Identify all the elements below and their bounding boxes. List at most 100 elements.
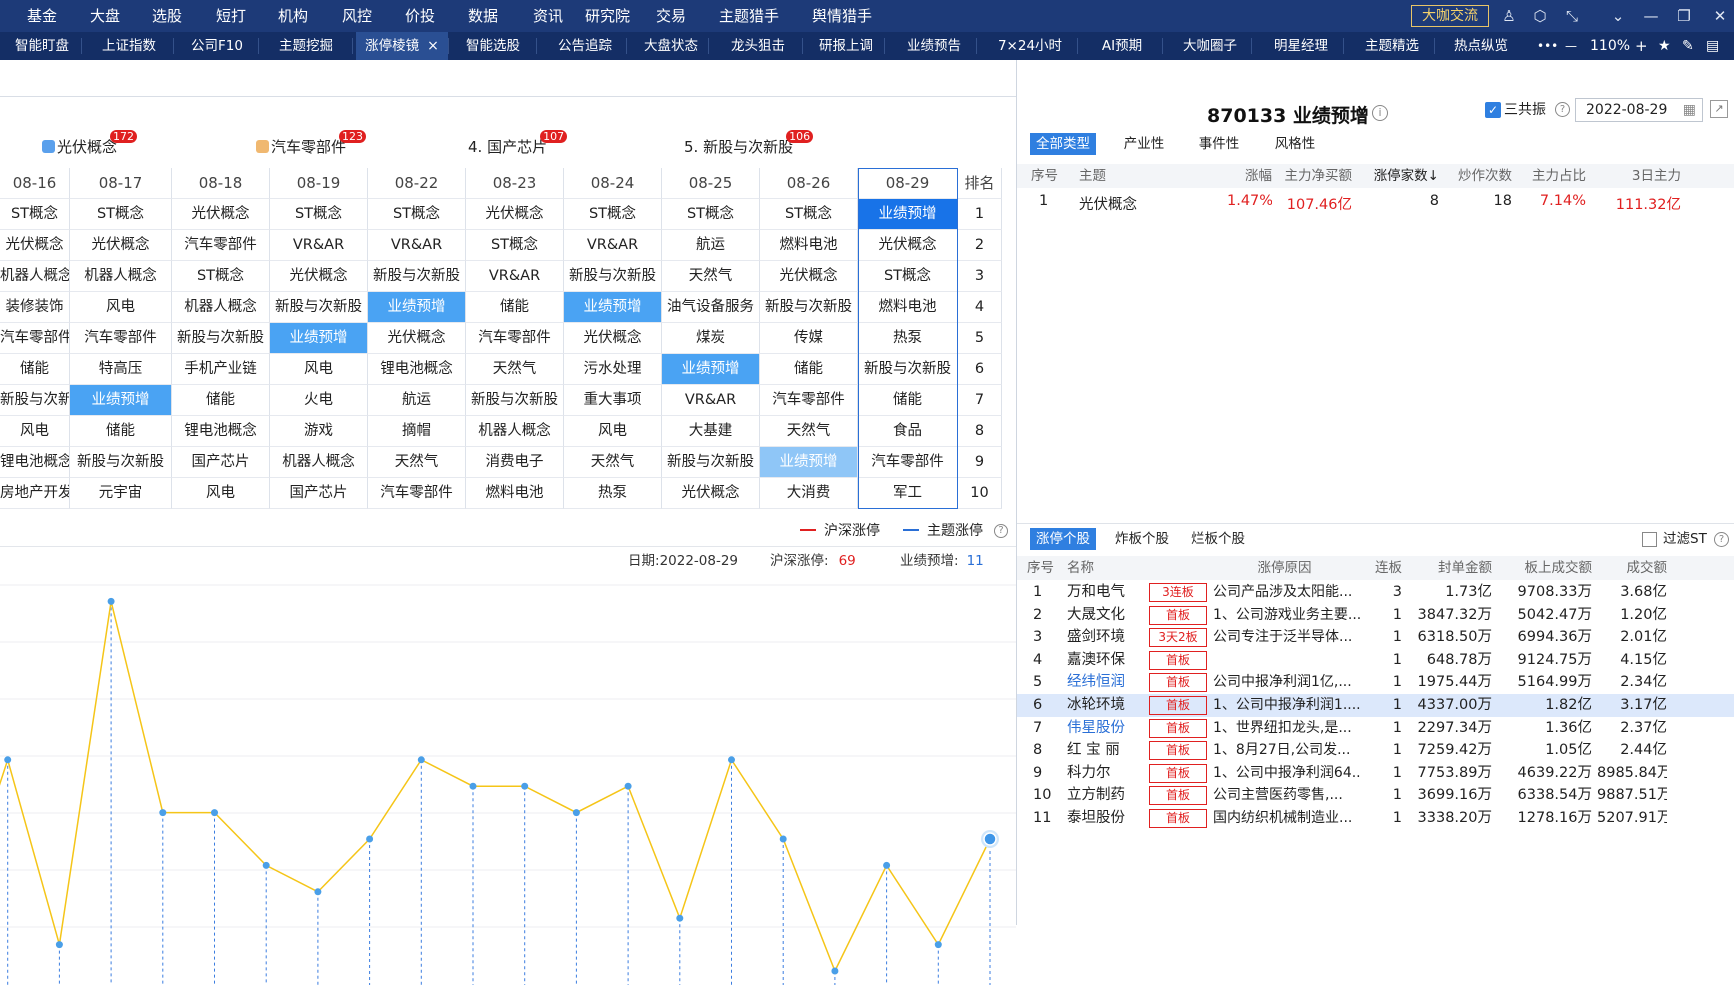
grid-cell-7-9[interactable]: 光伏概念 [662,478,760,509]
menu-item-5[interactable]: 风控 [342,0,372,32]
grid-cell-1-5[interactable]: 特高压 [70,354,172,385]
theme-col-7[interactable]: 3日主力 [1611,164,1681,188]
stock-name[interactable]: 红 宝 丽 [1067,740,1147,761]
grid-cell-7-5[interactable]: 业绩预增 [662,354,760,385]
help-icon[interactable]: ? [1714,532,1729,547]
tab-15[interactable]: 主题精选 [1347,32,1437,60]
grid-cell-6-1[interactable]: VR&AR [564,230,662,261]
grid-cell-1-1[interactable]: 光伏概念 [70,230,172,261]
legend-hs-limitup[interactable]: 沪深涨停 [800,522,880,540]
grid-cell-7-1[interactable]: 航运 [662,230,760,261]
data-point[interactable] [159,809,167,817]
grid-cell-9-5[interactable]: 新股与次新股 [858,354,958,385]
limit-up-reason[interactable]: 1、8月27日,公司发... [1213,740,1361,761]
grid-cell-2-5[interactable]: 手机产业链 [172,354,270,385]
collapse-icon[interactable]: ⤡ [1562,6,1582,26]
grid-cell-5-0[interactable]: 光伏概念 [466,199,564,230]
grid-cell-0-5[interactable]: 储能 [0,354,70,385]
tab-1[interactable]: 上证指数 [85,32,173,60]
grid-cell-2-7[interactable]: 锂电池概念 [172,416,270,447]
data-point[interactable] [107,597,115,605]
grid-cell-5-8[interactable]: 消费电子 [466,447,564,478]
stock-col-4[interactable]: 封单金额 [1412,556,1492,580]
grid-cell-5-2[interactable]: VR&AR [466,261,564,292]
stock-col-1[interactable]: 名称 [1067,556,1131,580]
grid-cell-5-9[interactable]: 燃料电池 [466,478,564,509]
tab-7[interactable]: 大盘状态 [630,32,712,60]
grid-cell-2-2[interactable]: ST概念 [172,261,270,292]
grid-cell-1-0[interactable]: ST概念 [70,199,172,230]
user-icon[interactable]: ♙ [1499,6,1519,26]
stock-name[interactable]: 嘉澳环保 [1067,650,1147,671]
theme-col-3[interactable]: 主力净买额 [1272,164,1353,188]
menu-item-12[interactable]: 舆情猎手 [812,0,872,32]
stock-name[interactable]: 经纬恒润 [1067,672,1147,693]
tab-9[interactable]: 研报上调 [806,32,886,60]
stock-col-6[interactable]: 成交额 [1597,556,1668,580]
menu-item-11[interactable]: 主题猎手 [719,0,779,32]
grid-cell-3-9[interactable]: 国产芯片 [270,478,368,509]
grid-cell-6-6[interactable]: 重大事项 [564,385,662,416]
date-header-6[interactable]: 08-24 [564,168,662,199]
grid-cell-0-6[interactable]: 新股与次新股 [0,385,70,416]
grid-cell-4-7[interactable]: 摘帽 [368,416,466,447]
grid-cell-4-0[interactable]: ST概念 [368,199,466,230]
grid-cell-2-8[interactable]: 国产芯片 [172,447,270,478]
legend-theme-1[interactable]: 汽车零部件 123 [256,130,367,158]
stock-name[interactable]: 立方制药 [1067,785,1147,806]
limit-up-line-chart[interactable] [0,575,1016,985]
grid-cell-9-1[interactable]: 光伏概念 [858,230,958,261]
date-header-4[interactable]: 08-22 [368,168,466,199]
grid-cell-0-2[interactable]: 机器人概念 [0,261,70,292]
stock-name[interactable]: 万和电气 [1067,582,1147,603]
limit-up-reason[interactable]: 公司主营医药零售,... [1213,785,1361,806]
grid-cell-3-2[interactable]: 光伏概念 [270,261,368,292]
legend-theme-0[interactable]: 光伏概念 172 [42,130,138,158]
limit-up-reason[interactable]: 公司中报净利润1亿,... [1213,672,1361,693]
grid-cell-3-3[interactable]: 新股与次新股 [270,292,368,323]
date-header-8[interactable]: 08-26 [760,168,858,199]
grid-cell-3-1[interactable]: VR&AR [270,230,368,261]
grid-cell-5-4[interactable]: 汽车零部件 [466,323,564,354]
grid-cell-6-2[interactable]: 新股与次新股 [564,261,662,292]
limit-up-reason[interactable]: 1、公司中报净利润64... [1213,763,1361,784]
data-point[interactable] [521,782,529,790]
grid-cell-0-4[interactable]: 汽车零部件 [0,323,70,354]
stock-col-2[interactable]: 涨停原因 [1227,556,1342,580]
tab-8[interactable]: 龙头狙击 [712,32,804,60]
stock-name[interactable]: 大晟文化 [1067,605,1147,626]
close-icon[interactable]: × [427,38,439,54]
data-point[interactable] [55,941,63,949]
theme-cell-1[interactable]: 光伏概念 [1079,193,1159,214]
grid-cell-3-5[interactable]: 风电 [270,354,368,385]
filter-st-checkbox[interactable] [1642,532,1657,547]
grid-cell-8-9[interactable]: 大消费 [760,478,858,509]
stock-tab-1[interactable]: 炸板个股 [1111,528,1173,550]
data-point[interactable] [883,861,891,869]
grid-cell-6-5[interactable]: 污水处理 [564,354,662,385]
grid-cell-4-2[interactable]: 新股与次新股 [368,261,466,292]
grid-cell-8-3[interactable]: 新股与次新股 [760,292,858,323]
grid-cell-0-3[interactable]: 装修装饰 [0,292,70,323]
limit-up-reason[interactable]: 国内纺织机械制造业... [1213,808,1361,829]
grid-cell-6-4[interactable]: 光伏概念 [564,323,662,354]
tab-3[interactable]: 主题挖掘 [262,32,350,60]
data-point[interactable] [728,756,735,764]
grid-cell-0-7[interactable]: 风电 [0,416,70,447]
grid-cell-5-7[interactable]: 机器人概念 [466,416,564,447]
grid-cell-8-7[interactable]: 天然气 [760,416,858,447]
grid-cell-1-4[interactable]: 汽车零部件 [70,323,172,354]
grid-cell-3-8[interactable]: 机器人概念 [270,447,368,478]
grid-cell-0-0[interactable]: ST概念 [0,199,70,230]
tab-10[interactable]: 业绩预告 [888,32,980,60]
grid-cell-4-9[interactable]: 汽车零部件 [368,478,466,509]
grid-cell-2-1[interactable]: 汽车零部件 [172,230,270,261]
grid-cell-1-6[interactable]: 业绩预增 [70,385,172,416]
export-icon[interactable]: ↗ [1710,100,1728,118]
date-header-9[interactable]: 08-29 [858,168,958,199]
grid-cell-6-3[interactable]: 业绩预增 [564,292,662,323]
stock-tab-2[interactable]: 烂板个股 [1187,528,1249,550]
data-point[interactable] [624,782,632,790]
legend-theme-3[interactable]: 5. 新股与次新股 106 [684,130,814,158]
limit-up-reason[interactable]: 1、世界纽扣龙头,是... [1213,718,1361,739]
